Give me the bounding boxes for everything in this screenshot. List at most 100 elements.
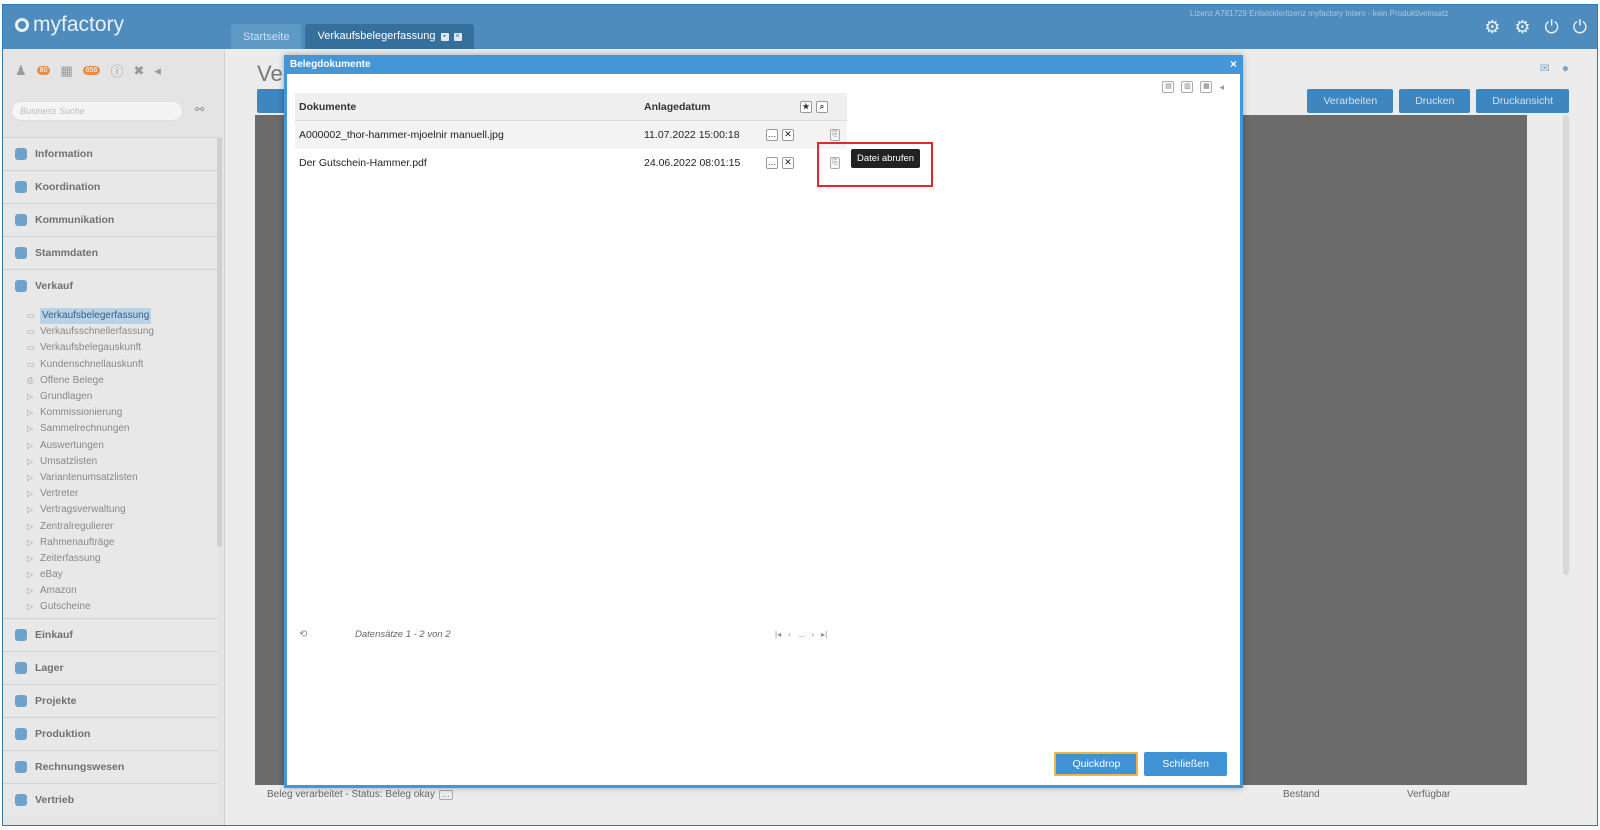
quickdrop-button[interactable]: Quickdrop xyxy=(1054,752,1139,776)
chat-icon[interactable]: ● xyxy=(1562,61,1569,75)
app-logo[interactable]: myfactory xyxy=(15,13,124,37)
subitem-verkaufsschnellerfassung[interactable]: ▭ Verkaufsschnellerfassung xyxy=(27,324,218,340)
form-icon: ▭ xyxy=(27,343,35,353)
tab-close-icon[interactable]: × xyxy=(453,32,462,41)
subitem-variantenumsatzlisten[interactable]: ▷ Variantenumsatzlisten xyxy=(27,470,218,486)
sidebar-item-lager[interactable]: Lager xyxy=(3,650,218,684)
row-delete-icon[interactable]: ✕ xyxy=(782,129,794,141)
close-button[interactable]: Schließen xyxy=(1144,752,1227,776)
logo-text: myfactory xyxy=(33,13,125,36)
user-icon[interactable]: ♟ xyxy=(15,63,27,79)
tab-startseite[interactable]: Startseite xyxy=(231,24,302,49)
sidebar-item-koordination[interactable]: Koordination xyxy=(3,170,218,203)
column-header-created[interactable]: Anlagedatum xyxy=(644,101,800,113)
tab-pin-icon[interactable]: ▪ xyxy=(440,32,449,41)
print-button[interactable]: Drucken xyxy=(1399,89,1471,113)
subitem-kommissionierung[interactable]: ▷ Kommissionierung xyxy=(27,405,218,421)
row-more-button[interactable]: … xyxy=(766,129,778,141)
sidebar-item-projekte[interactable]: Projekte xyxy=(3,683,218,717)
status-more-button[interactable]: … xyxy=(438,789,453,800)
dialog-close-icon[interactable]: × xyxy=(1230,55,1237,74)
triangle-right-icon: ▷ xyxy=(27,424,34,434)
stammdaten-icon xyxy=(15,247,27,259)
table-row[interactable]: A000002_thor-hammer-mjoelnir manuell.jpg… xyxy=(295,121,847,149)
sidebar-item-einkauf[interactable]: Einkauf xyxy=(3,617,218,651)
save-icon[interactable]: ▥ xyxy=(1181,81,1194,93)
next-page-icon[interactable]: › xyxy=(811,630,814,639)
collapse-arrow-icon[interactable]: ◂ xyxy=(1219,82,1224,93)
business-search-input[interactable]: Business Suche xyxy=(11,101,183,121)
sidebar-item-verkauf[interactable]: Verkauf xyxy=(3,269,218,302)
sidebar-item-information[interactable]: Information xyxy=(3,137,218,170)
last-page-icon[interactable]: ▸| xyxy=(821,630,827,639)
form-icon: ▭ xyxy=(27,327,35,337)
table-row[interactable]: Der Gutschein-Hammer.pdf 24.06.2022 08:0… xyxy=(295,149,847,177)
sidebar-item-kommunikation[interactable]: Kommunikation xyxy=(3,203,218,236)
dialog-titlebar[interactable]: Belegdokumente × xyxy=(284,55,1243,74)
logout-icon[interactable]: ⏻ xyxy=(1573,17,1587,37)
settings-gear-icon[interactable]: ⚙ xyxy=(1484,17,1500,37)
power-icon[interactable]: ⏻ xyxy=(1545,17,1559,37)
dialog-footer: Quickdrop Schließen xyxy=(1054,752,1227,776)
subitem-kundenschnellauskunft[interactable]: ▭ Kundenschnellauskunft xyxy=(27,357,218,373)
refresh-icon[interactable]: ⟲ xyxy=(295,629,355,640)
triangle-right-icon: ▷ xyxy=(27,586,34,596)
filter-search-icon[interactable]: ⌕ xyxy=(816,100,828,113)
sidebar-item-produktion[interactable]: Produktion xyxy=(3,716,218,750)
sidebar-item-vertrieb[interactable]: Vertrieb xyxy=(3,782,218,816)
sidebar-toolbar: ♟ 80 ▦ 656 ⓘ ✖ ◂ xyxy=(15,61,161,80)
collapse-icon[interactable]: ◂ xyxy=(154,63,161,79)
subitem-verkaufsbelegerfassung[interactable]: ▭ Verkaufsbelegerfassung xyxy=(27,308,218,325)
print-preview-button[interactable]: Druckansicht xyxy=(1476,89,1569,113)
subitem-verkaufsbelegauskunft[interactable]: ▭ Verkaufsbelegauskunft xyxy=(27,340,218,356)
license-text: Lizenz A781729 Entwicklerlizenz myfactor… xyxy=(1190,9,1449,18)
triangle-right-icon: ▷ xyxy=(27,456,34,466)
calendar-icon[interactable]: ▦ xyxy=(60,63,72,79)
subitem-auswertungen[interactable]: ▷ Auswertungen xyxy=(27,438,218,454)
row-more-button[interactable]: … xyxy=(766,157,778,169)
subitem-vertreter[interactable]: ▷ Vertreter xyxy=(27,486,218,502)
row-delete-icon[interactable]: ✕ xyxy=(782,157,794,169)
sidebar-item-rechnungswesen[interactable]: Rechnungswesen xyxy=(3,749,218,783)
sales-icon xyxy=(15,793,27,806)
subitem-ebay[interactable]: ▷ eBay xyxy=(27,567,218,583)
main-scrollbar[interactable] xyxy=(1563,115,1569,575)
subitem-vertragsverwaltung[interactable]: ▷ Vertragsverwaltung xyxy=(27,502,218,518)
pin-icon[interactable]: ✖ xyxy=(133,63,144,79)
column-header-documents[interactable]: Dokumente xyxy=(295,101,644,113)
subitem-zeiterfassung[interactable]: ▷ Zeiterfassung xyxy=(27,551,218,567)
search-link-icon[interactable]: ⚯ xyxy=(195,103,204,116)
subitem-zentralregulierer[interactable]: ▷ Zentralregulierer xyxy=(27,518,218,534)
grid-pager: ⟲ Datensätze 1 - 2 von 2 |◂ ‹ ... › ▸| xyxy=(295,629,847,640)
subitem-offene-belege[interactable]: ⎙ Offene Belege xyxy=(27,373,218,389)
notification-badge[interactable]: 80 xyxy=(36,66,51,75)
sidebar-item-stammdaten[interactable]: Stammdaten xyxy=(3,236,218,269)
main-top-icons: ✉ ● xyxy=(1540,61,1569,75)
printer-icon: ⎙ xyxy=(27,375,34,385)
dialog-title: Belegdokumente xyxy=(290,59,371,70)
status-text: Beleg verarbeitet - Status: Beleg okay xyxy=(267,789,435,800)
admin-gear-icon[interactable]: ⚙ xyxy=(1514,17,1530,37)
process-button[interactable]: Verarbeiten xyxy=(1307,89,1394,113)
status-line: Beleg verarbeitet - Status: Beleg okay … xyxy=(267,789,453,800)
prev-page-icon[interactable]: ‹ xyxy=(788,630,791,639)
export-icon[interactable]: ▤ xyxy=(1162,81,1175,93)
subitem-sammelrechnungen[interactable]: ▷ Sammelrechnungen xyxy=(27,421,218,437)
koordination-icon xyxy=(15,181,27,193)
subitem-umsatzlisten[interactable]: ▷ Umsatzlisten xyxy=(27,454,218,470)
favorite-icon[interactable]: ★ xyxy=(800,100,812,113)
page-dots: ... xyxy=(797,630,805,639)
download-file-icon[interactable]: ⎘ xyxy=(830,129,840,141)
mail-icon[interactable]: ✉ xyxy=(1540,61,1550,75)
tab-verkaufsbelegerfassung[interactable]: Verkaufsbelegerfassung ▪ × xyxy=(305,24,474,49)
subitem-amazon[interactable]: ▷ Amazon xyxy=(27,583,218,599)
info-icon[interactable]: ⓘ xyxy=(110,61,123,80)
sidebar-scrollbar[interactable] xyxy=(217,137,222,547)
messages-badge[interactable]: 656 xyxy=(82,66,101,75)
subitem-rahmenauftraege[interactable]: ▷ Rahmenaufträge xyxy=(27,535,218,551)
subitem-grundlagen[interactable]: ▷ Grundlagen xyxy=(27,389,218,405)
columns-icon[interactable]: ▦ xyxy=(1200,81,1213,93)
production-icon xyxy=(15,727,27,740)
subitem-gutscheine[interactable]: ▷ Gutscheine xyxy=(27,599,218,615)
first-page-icon[interactable]: |◂ xyxy=(775,630,781,639)
